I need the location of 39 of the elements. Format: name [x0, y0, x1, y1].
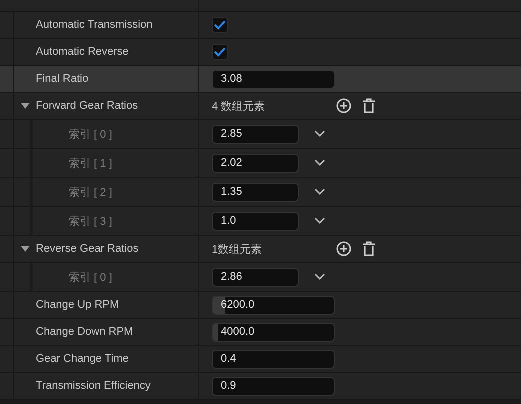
- chevron-down-icon[interactable]: [314, 188, 326, 196]
- input-field[interactable]: 1.0: [212, 212, 299, 230]
- property-label: Forward Gear Ratios: [36, 100, 138, 112]
- add-icon[interactable]: [336, 241, 352, 257]
- collapse-icon[interactable]: [21, 103, 30, 109]
- index-label: 索引 [ 0 ]: [69, 270, 112, 284]
- index-label: 索引 [ 0 ]: [69, 128, 112, 142]
- chevron-down-icon[interactable]: [314, 217, 326, 225]
- input-field[interactable]: 1.35: [212, 182, 299, 202]
- index-label: 索引 [ 1 ]: [69, 156, 112, 170]
- property-label: Gear Change Time: [36, 353, 129, 365]
- index-label: 索引 [ 2 ]: [69, 186, 112, 200]
- property-label: Transmission Efficiency: [36, 380, 151, 392]
- input-field[interactable]: 2.02: [212, 154, 299, 172]
- property-label: Change Down RPM: [36, 326, 134, 338]
- input-field[interactable]: 6200.0: [212, 296, 335, 314]
- input-field[interactable]: 2.85: [212, 124, 299, 144]
- property-label: Automatic Transmission: [36, 19, 153, 31]
- property-label: Reverse Gear Ratios: [36, 243, 139, 255]
- input-field[interactable]: 3.08: [212, 70, 335, 88]
- input-field[interactable]: 4000.0: [212, 322, 335, 342]
- checkbox[interactable]: [212, 44, 228, 60]
- input-field[interactable]: 0.9: [212, 376, 335, 396]
- property-label: Automatic Reverse: [36, 46, 129, 58]
- chevron-down-icon[interactable]: [314, 273, 326, 281]
- input-field[interactable]: 0.4: [212, 350, 335, 368]
- collapse-icon[interactable]: [21, 246, 30, 252]
- property-label: Final Ratio: [36, 73, 89, 85]
- chevron-down-icon[interactable]: [314, 159, 326, 167]
- property-label: Change Up RPM: [36, 299, 120, 311]
- index-label: 索引 [ 3 ]: [69, 214, 112, 228]
- trash-icon[interactable]: [362, 241, 376, 257]
- element-count: 4 数组元素: [212, 100, 266, 114]
- add-icon[interactable]: [336, 98, 352, 114]
- checkbox[interactable]: [212, 17, 228, 33]
- element-count: 1数组元素: [212, 242, 264, 256]
- input-field[interactable]: 2.86: [212, 268, 299, 286]
- trash-icon[interactable]: [362, 98, 376, 114]
- chevron-down-icon[interactable]: [314, 130, 326, 138]
